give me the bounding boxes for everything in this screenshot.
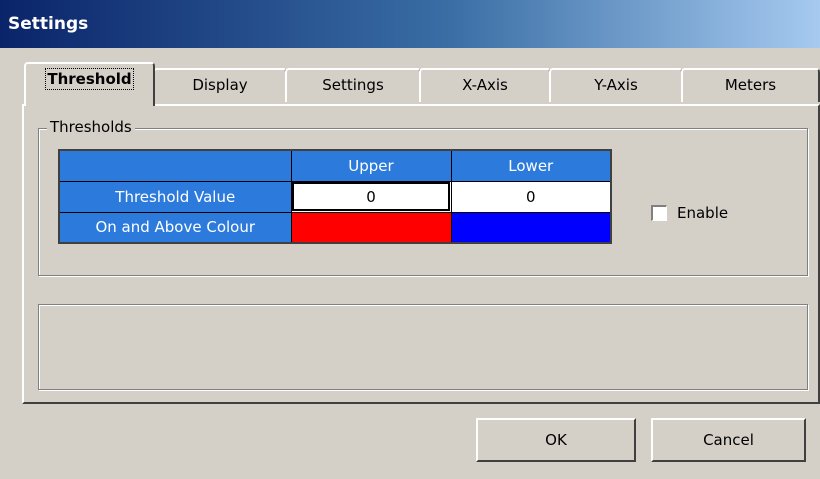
title-bar[interactable]: Settings <box>0 0 820 48</box>
tab-x-axis[interactable]: X-Axis <box>419 68 551 102</box>
grid-corner-cell <box>58 149 292 182</box>
enable-checkbox[interactable] <box>651 205 667 221</box>
info-panel <box>38 304 808 390</box>
enable-label[interactable]: Enable <box>677 204 728 222</box>
tab-display-label: Display <box>192 76 248 94</box>
upper-colour-cell[interactable] <box>290 211 452 244</box>
tab-settings[interactable]: Settings <box>285 68 421 102</box>
cancel-button[interactable]: Cancel <box>651 418 806 462</box>
tab-y-axis[interactable]: Y-Axis <box>549 68 683 102</box>
thresholds-group: Thresholds Upper Lower Threshold Value 0… <box>38 118 808 276</box>
tab-settings-label: Settings <box>322 76 384 94</box>
grid-row-label-threshold-value: Threshold Value <box>58 180 292 213</box>
tab-meters-label: Meters <box>724 76 777 94</box>
tab-strip: Threshold Display Settings X-Axis Y-Axis… <box>0 60 820 106</box>
lower-colour-cell[interactable] <box>450 211 612 244</box>
grid-row-label-colour: On and Above Colour <box>58 211 292 244</box>
tab-display[interactable]: Display <box>153 68 287 102</box>
tab-x-axis-label: X-Axis <box>462 76 508 94</box>
tab-threshold[interactable]: Threshold <box>24 62 155 106</box>
tab-meters[interactable]: Meters <box>681 68 820 102</box>
grid-row-threshold-value: Threshold Value 0 0 <box>58 180 612 213</box>
grid-header-lower: Lower <box>450 149 612 182</box>
ok-button-label: OK <box>545 431 567 449</box>
lower-threshold-cell[interactable]: 0 <box>450 180 612 213</box>
cancel-button-label: Cancel <box>703 431 754 449</box>
tab-y-axis-label: Y-Axis <box>594 76 638 94</box>
grid-header-row: Upper Lower <box>58 149 612 182</box>
grid-row-colour: On and Above Colour <box>58 211 612 244</box>
ok-button[interactable]: OK <box>476 418 636 462</box>
threshold-grid: Upper Lower Threshold Value 0 0 On and A… <box>58 149 612 244</box>
grid-header-upper: Upper <box>290 149 452 182</box>
tab-page-threshold: Thresholds Upper Lower Threshold Value 0… <box>22 104 820 404</box>
window-title: Settings <box>8 14 89 34</box>
thresholds-group-label: Thresholds <box>47 118 135 136</box>
tab-threshold-label: Threshold <box>45 68 134 90</box>
upper-threshold-cell[interactable]: 0 <box>290 180 452 213</box>
